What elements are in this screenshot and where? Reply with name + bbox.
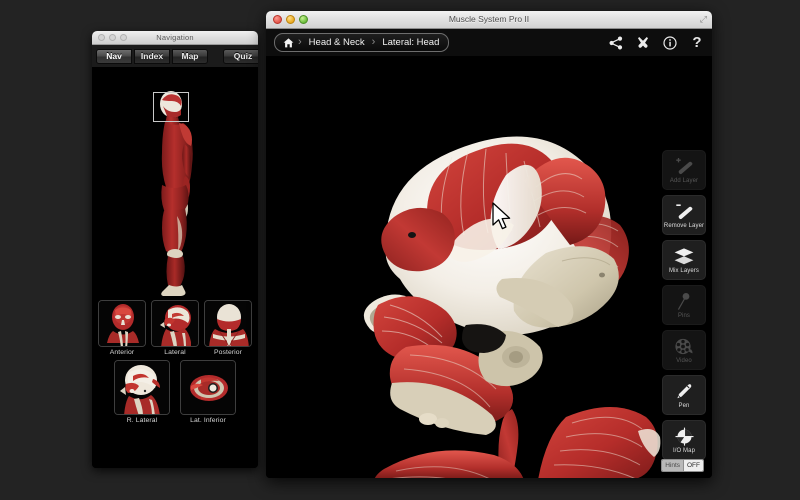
main-window-controls[interactable] [273, 15, 308, 24]
tab-map[interactable]: Map [172, 49, 208, 64]
thumbnail-lateral-image[interactable] [151, 300, 199, 347]
anatomy-viewer[interactable]: Add Layer Remove Layer [266, 57, 712, 478]
breadcrumb-item-lateral-head[interactable]: Lateral: Head [375, 34, 446, 51]
toolbar-icon-group: ? [609, 29, 704, 56]
hints-toggle-label[interactable]: Hints [662, 460, 683, 471]
navigation-tabbar: Nav Index Map Quiz [92, 45, 258, 68]
lateral-head-anatomy-render [266, 57, 712, 478]
main-window-title: Muscle System Pro II [266, 11, 712, 28]
pen-icon [674, 381, 694, 402]
breadcrumb: › Head & Neck › Lateral: Head [274, 33, 449, 52]
thumbnail-anterior-label: Anterior [98, 349, 146, 356]
breadcrumb-item-head-and-neck[interactable]: Head & Neck [302, 34, 372, 51]
thumbnail-anterior-image[interactable] [98, 300, 146, 347]
minimize-button[interactable] [109, 34, 116, 41]
pins-button[interactable]: Pins [662, 285, 706, 325]
video-reel-icon [674, 336, 694, 357]
thumbnail-row-2: R. Lateral [92, 360, 258, 424]
pins-label: Pins [678, 313, 690, 319]
pen-label: Pen [679, 403, 690, 409]
quiz-button[interactable]: Quiz [223, 49, 258, 64]
thumbnail-posterior[interactable]: Posterior [204, 300, 252, 356]
minimize-button[interactable] [286, 15, 295, 24]
remove-layer-label: Remove Layer [664, 223, 704, 229]
main-toolbar: › Head & Neck › Lateral: Head [266, 29, 712, 57]
thumbnail-lat-inferior-image[interactable] [180, 360, 236, 415]
video-label: Video [676, 358, 692, 364]
lateral-head-illustration [152, 301, 199, 347]
r-lateral-head-illustration [115, 361, 170, 415]
help-icon[interactable]: ? [690, 36, 704, 50]
thumbnail-r-lateral[interactable]: R. Lateral [114, 360, 170, 424]
io-map-button[interactable]: I/O Map [662, 420, 706, 460]
pen-button[interactable]: Pen [662, 375, 706, 415]
navigation-body: Anterior [92, 68, 258, 468]
pin-icon [675, 291, 693, 312]
thumbnail-lateral[interactable]: Lateral [151, 300, 199, 356]
tab-index[interactable]: Index [134, 49, 170, 64]
navigation-titlebar[interactable]: Navigation [92, 31, 258, 45]
home-icon [283, 38, 294, 48]
anterior-head-illustration [99, 301, 146, 347]
info-icon[interactable] [663, 36, 677, 50]
fullscreen-icon[interactable]: ⤢ [700, 14, 707, 24]
add-layer-label: Add Layer [670, 178, 698, 184]
thumbnail-r-lateral-label: R. Lateral [114, 417, 170, 424]
add-layer-button[interactable]: Add Layer [662, 150, 706, 190]
thumbnail-posterior-image[interactable] [204, 300, 252, 347]
posterior-head-illustration [205, 301, 252, 347]
thumbnail-lateral-label: Lateral [151, 349, 199, 356]
thumbnail-posterior-label: Posterior [204, 349, 252, 356]
lat-inferior-head-illustration [181, 361, 236, 415]
mix-layers-label: Mix Layers [669, 268, 699, 274]
thumbnail-anterior[interactable]: Anterior [98, 300, 146, 356]
thumbnail-lat-inferior[interactable]: Lat. Inferior [180, 360, 236, 424]
remove-layer-button[interactable]: Remove Layer [662, 195, 706, 235]
tools-icon[interactable] [636, 36, 650, 50]
close-button[interactable] [273, 15, 282, 24]
tool-rail: Add Layer Remove Layer [662, 150, 706, 460]
region-selection-box[interactable] [153, 92, 189, 122]
main-window: Muscle System Pro II ⤢ › Head & Neck › L… [266, 11, 712, 478]
thumbnail-r-lateral-image[interactable] [114, 360, 170, 415]
view-thumbnail-grid: Anterior [92, 300, 258, 428]
main-titlebar[interactable]: Muscle System Pro II ⤢ [266, 11, 712, 29]
navigation-window: Navigation Nav Index Map Quiz [92, 31, 258, 468]
io-map-label: I/O Map [673, 448, 695, 454]
thumbnail-lat-inferior-label: Lat. Inferior [180, 417, 236, 424]
breadcrumb-home-button[interactable] [277, 34, 298, 51]
video-button[interactable]: Video [662, 330, 706, 370]
zoom-button[interactable] [299, 15, 308, 24]
thumbnail-row-1: Anterior [92, 300, 258, 356]
zoom-button[interactable] [120, 34, 127, 41]
close-button[interactable] [98, 34, 105, 41]
add-layer-icon [673, 156, 695, 177]
io-map-icon [674, 426, 695, 447]
navigation-window-controls[interactable] [98, 34, 127, 41]
mix-layers-icon [673, 246, 695, 267]
hints-toggle[interactable]: Hints OFF [661, 459, 704, 472]
full-body-figure[interactable] [92, 68, 258, 300]
tab-nav[interactable]: Nav [96, 49, 132, 64]
share-icon[interactable] [609, 36, 623, 50]
desktop-background: Navigation Nav Index Map Quiz [0, 0, 800, 500]
hints-toggle-state[interactable]: OFF [683, 460, 703, 471]
remove-layer-icon [673, 201, 695, 222]
mix-layers-button[interactable]: Mix Layers [662, 240, 706, 280]
